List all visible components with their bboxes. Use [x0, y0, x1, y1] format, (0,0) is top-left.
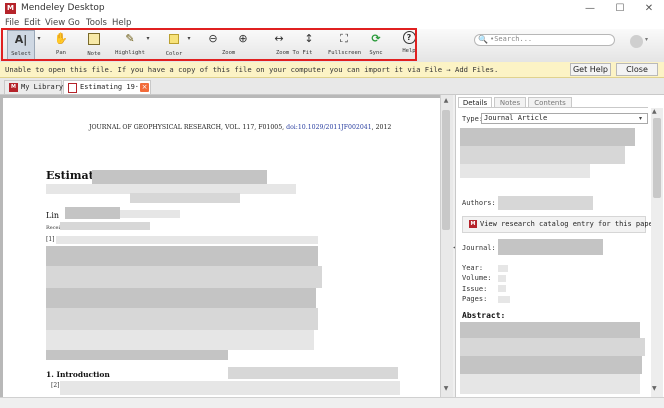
- mendeley-logo-icon: M: [469, 220, 477, 228]
- issue-label: Issue:: [462, 285, 488, 293]
- search-icon: 🔍: [478, 35, 488, 44]
- doi-link[interactable]: doi:10.1029/2011JF002041: [286, 124, 372, 131]
- paragraph-marker: [1]: [46, 236, 55, 243]
- minimize-button[interactable]: —: [575, 0, 605, 17]
- journal-header: JOURNAL OF GEOPHYSICAL RESEARCH, VOL. 11…: [89, 124, 391, 131]
- maximize-button[interactable]: ☐: [605, 0, 635, 17]
- details-scroll-thumb[interactable]: [653, 118, 661, 198]
- tab-my-library[interactable]: M My Library: [4, 80, 64, 94]
- year-label: Year:: [462, 264, 484, 272]
- paragraph-marker: [2]: [51, 382, 60, 389]
- menu-go[interactable]: Go: [68, 18, 80, 28]
- scroll-up-icon[interactable]: ▲: [441, 97, 451, 107]
- type-select[interactable]: Journal Article: [481, 113, 648, 124]
- scroll-down-icon[interactable]: ▼: [441, 385, 451, 395]
- menu-view[interactable]: View: [45, 18, 65, 28]
- status-bar: [0, 397, 664, 408]
- menu-file[interactable]: File: [5, 18, 19, 28]
- get-help-button[interactable]: Get Help: [570, 63, 611, 76]
- tabs-divider: [458, 107, 648, 108]
- viewer-scroll-thumb[interactable]: [442, 110, 450, 230]
- type-label: Type:: [462, 115, 484, 123]
- search-input[interactable]: •Search...: [490, 35, 532, 43]
- user-avatar[interactable]: [630, 35, 643, 48]
- authors-label: Authors:: [462, 199, 496, 207]
- journal-label: Journal:: [462, 244, 496, 252]
- tab-document[interactable]: Estimating 19··· ×: [63, 80, 151, 94]
- mendeley-logo-icon: M: [5, 3, 16, 14]
- document-received: Recei: [46, 225, 61, 231]
- abstract-label: Abstract:: [462, 311, 506, 320]
- tab-label: Estimating 19···: [80, 83, 148, 91]
- toolbar-highlight-box: [1, 28, 417, 61]
- menu-edit[interactable]: Edit: [24, 18, 40, 28]
- menu-help[interactable]: Help: [112, 18, 131, 28]
- warning-message: Unable to open this file. If you have a …: [5, 65, 499, 74]
- view-catalog-label: View research catalog entry for this pap…: [480, 220, 658, 228]
- menu-tools[interactable]: Tools: [86, 18, 107, 28]
- pdf-icon: [68, 83, 77, 93]
- pages-label: Pages:: [462, 295, 488, 303]
- scroll-up-icon[interactable]: ▲: [652, 108, 657, 115]
- journal-year: , 2012: [371, 124, 392, 131]
- tab-label: My Library: [21, 83, 64, 91]
- section-heading: 1. Introduction: [46, 370, 110, 379]
- chevron-down-icon[interactable]: ▾: [645, 36, 648, 43]
- window-title: Mendeley Desktop: [21, 3, 105, 13]
- close-icon[interactable]: ×: [140, 83, 149, 92]
- close-warning-button[interactable]: Close: [616, 63, 658, 76]
- chevron-down-icon[interactable]: ▾: [639, 115, 642, 122]
- close-window-button[interactable]: ✕: [634, 0, 664, 17]
- obscured-journal: [498, 239, 603, 255]
- scroll-down-icon[interactable]: ▼: [652, 385, 657, 392]
- library-icon: M: [9, 83, 18, 92]
- document-author: Lin: [46, 211, 60, 220]
- journal-name: JOURNAL OF GEOPHYSICAL RESEARCH, VOL. 11…: [89, 124, 287, 131]
- volume-label: Volume:: [462, 274, 492, 282]
- obscured-authors: [498, 196, 593, 210]
